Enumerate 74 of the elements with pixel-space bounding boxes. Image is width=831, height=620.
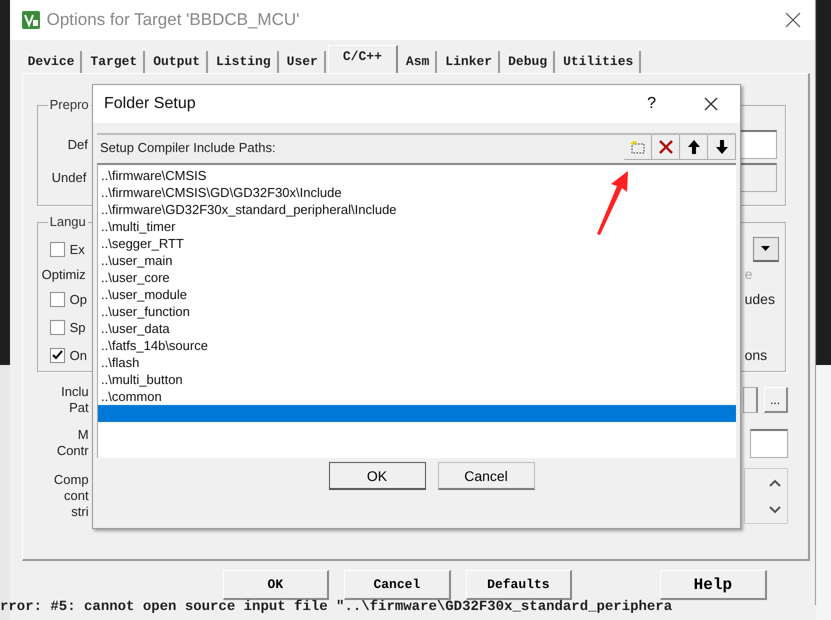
checkbox[interactable]: [50, 292, 65, 306]
tab[interactable]: Utilities: [557, 51, 642, 73]
path-item[interactable]: ..\common: [98, 388, 736, 405]
dialog-button[interactable]: Help: [660, 570, 767, 600]
tab[interactable]: Target: [84, 51, 146, 73]
field-label: Inclu Pat: [60, 384, 89, 416]
tab[interactable]: Asm: [400, 51, 438, 73]
tab[interactable]: Listing: [210, 51, 279, 73]
option-label: udes: [744, 291, 776, 307]
misc-controls-field[interactable]: [750, 428, 788, 458]
option-label: e: [744, 266, 754, 282]
annotation-arrow: [595, 170, 631, 236]
path-item[interactable]: ..\fatfs_14b\source: [98, 337, 736, 354]
dialog-button[interactable]: Defaults: [466, 570, 572, 600]
dialog-button[interactable]: OK: [328, 462, 426, 490]
delete-button[interactable]: [652, 134, 680, 160]
header-label: Setup Compiler Include Paths:: [99, 140, 276, 154]
undefine-field[interactable]: [738, 163, 777, 192]
checkbox-label: Ex: [70, 242, 85, 256]
path-item[interactable]: ..\user_function: [98, 303, 736, 320]
path-item[interactable]: ..\multi_button: [98, 371, 736, 388]
move-down-button[interactable]: [708, 134, 736, 160]
caret-icon: [761, 246, 770, 251]
close-icon[interactable]: [704, 97, 718, 111]
browse-button[interactable]: ...: [764, 387, 788, 413]
window-title: Options for Target 'BBDCB_MCU': [46, 10, 300, 30]
field-label: Undef: [52, 170, 86, 185]
arrow-down-icon: [714, 138, 728, 154]
tab[interactable]: Linker: [439, 51, 500, 73]
path-item[interactable]: ..\firmware\GD32F30x_standard_peripheral\Include: [98, 201, 736, 218]
checkbox-label: Op: [70, 292, 87, 306]
path-item[interactable]: ..\user_main: [98, 252, 736, 269]
path-item[interactable]: ..\flash: [98, 354, 736, 371]
dialog-title: Folder Setup: [104, 95, 196, 113]
new-folder-button[interactable]: [624, 134, 652, 160]
tab[interactable]: Device: [22, 51, 82, 73]
move-up-button[interactable]: [680, 134, 708, 160]
checkbox[interactable]: [50, 242, 65, 256]
app-icon: [22, 11, 40, 29]
path-item[interactable]: ..\firmware\CMSIS: [98, 167, 736, 184]
group-label: Prepro: [48, 97, 91, 112]
dropdown[interactable]: [752, 236, 779, 262]
checkbox-label: Sp: [70, 320, 86, 334]
help-button[interactable]: ?: [647, 95, 656, 113]
path-item[interactable]: ..\user_core: [98, 269, 736, 286]
delete-icon: [658, 138, 674, 154]
field-label: Def: [68, 137, 88, 152]
scroll-down-icon[interactable]: [768, 506, 781, 514]
tab[interactable]: Debug: [502, 51, 556, 73]
checkbox[interactable]: [50, 320, 65, 334]
console-line: rror: #5: cannot open source input file "..\firmware\GD32F30x_standard_periphera: [0, 599, 672, 615]
tab[interactable]: Output: [147, 51, 208, 73]
tab[interactable]: C/C++: [328, 45, 398, 73]
checkbox[interactable]: [50, 348, 65, 362]
dialog-button[interactable]: Cancel: [438, 462, 534, 490]
checkbox-label: On: [70, 348, 87, 362]
new-folder-icon: [630, 140, 646, 154]
dialog-button[interactable]: Cancel: [344, 570, 451, 600]
dialog-button[interactable]: OK: [222, 570, 330, 600]
path-item[interactable]: ..\user_module: [98, 286, 736, 303]
arrow-up-icon: [686, 138, 700, 154]
scroll-up-icon[interactable]: [768, 478, 781, 486]
field-label: M Contr: [56, 427, 89, 459]
option-label: ons: [744, 347, 768, 363]
field-label: Comp cont stri: [52, 472, 89, 520]
tab[interactable]: User: [280, 51, 326, 73]
path-item[interactable]: ..\user_data: [98, 320, 736, 337]
path-item[interactable]: ..\firmware\CMSIS\GD\GD32F30x\Include: [98, 184, 736, 201]
define-field[interactable]: [738, 130, 777, 159]
path-item[interactable]: ..\segger_RTT: [98, 235, 736, 252]
optimization-label: Optimiz: [42, 266, 86, 282]
group-label: Langu: [48, 214, 88, 229]
close-icon[interactable]: [784, 12, 801, 28]
path-item[interactable]: ..\multi_timer: [98, 218, 736, 235]
